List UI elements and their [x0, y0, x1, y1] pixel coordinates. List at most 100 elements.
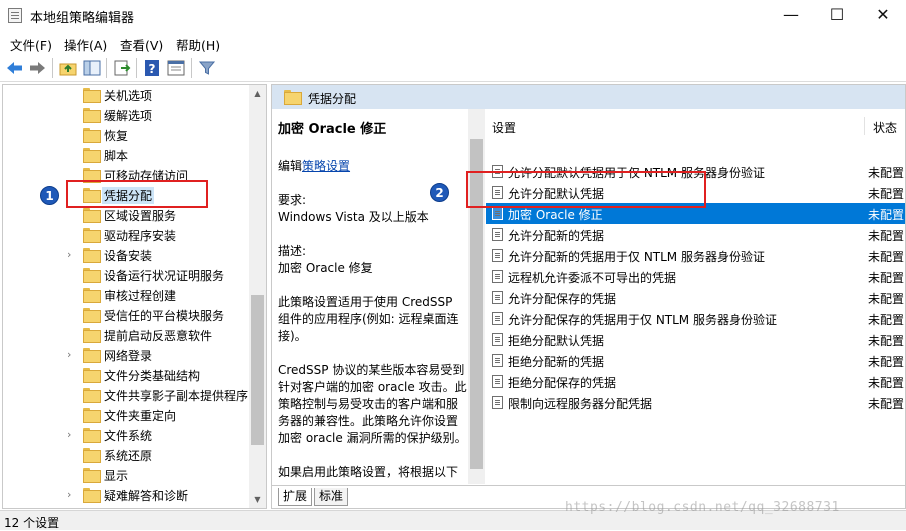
svg-text:?: ? [149, 62, 156, 76]
tree-item-label: 区域设置服务 [104, 209, 177, 223]
policy-row[interactable]: 拒绝分配新的凭据 未配置 [486, 350, 905, 371]
tree-item[interactable]: 文件夹重定向 [3, 405, 251, 425]
tree-item[interactable]: 提前启动反恶意软件 [3, 325, 251, 345]
tree-item[interactable]: 区域设置服务 [3, 205, 251, 225]
folder-icon [83, 328, 101, 343]
expand-chevron-icon [67, 228, 77, 242]
help-icon[interactable]: ? [141, 57, 163, 79]
description-value: 加密 Oracle 修复 [278, 261, 373, 275]
folder-icon [83, 308, 101, 323]
tree-item[interactable]: 显示 [3, 465, 251, 485]
close-button[interactable]: ✕ [860, 0, 906, 31]
expand-chevron-icon [67, 368, 77, 382]
tree-item[interactable]: 关机选项 [3, 85, 251, 105]
annotation-badge-2: 2 [430, 183, 449, 202]
policy-state: 未配置 [868, 271, 905, 285]
scroll-down-icon[interactable]: ▼ [249, 491, 266, 508]
folder-icon [83, 428, 101, 443]
policy-row[interactable]: 拒绝分配保存的凭据 未配置 [486, 371, 905, 392]
expand-chevron-icon[interactable]: › [67, 348, 77, 362]
description-scrollbar[interactable] [468, 109, 485, 484]
description-label: 描述: [278, 244, 307, 258]
tree-item[interactable]: › 设备安装 [3, 245, 251, 265]
policy-row[interactable]: 允许分配新的凭据 未配置 [486, 224, 905, 245]
tree-item[interactable]: 驱动程序安装 [3, 225, 251, 245]
expand-chevron-icon [67, 148, 77, 162]
policy-state: 未配置 [868, 250, 905, 264]
pane-header: 凭据分配 [272, 85, 905, 109]
maximize-button[interactable]: ☐ [814, 0, 860, 31]
policy-setting-icon [492, 207, 503, 220]
folder-icon [83, 148, 101, 163]
tab-standard[interactable]: 标准 [314, 488, 349, 506]
folder-icon [83, 368, 101, 383]
folder-icon [83, 348, 101, 363]
tree-item[interactable]: 文件共享影子副本提供程序 [3, 385, 251, 405]
policy-name: 加密 Oracle 修正 [508, 208, 603, 222]
tree-item[interactable]: 受信任的平台模块服务 [3, 305, 251, 325]
minimize-button[interactable]: — [768, 0, 814, 31]
tree-scrollbar[interactable]: ▲ ▼ [249, 85, 266, 508]
policy-row[interactable]: 拒绝分配默认凭据 未配置 [486, 329, 905, 350]
column-header-setting[interactable]: 设置 [492, 119, 516, 136]
expand-chevron-icon [67, 388, 77, 402]
tree-item-label: 文件系统 [104, 429, 153, 443]
forward-arrow-icon[interactable] [26, 57, 48, 79]
column-header-state[interactable]: 状态 [873, 119, 897, 136]
expand-chevron-icon [67, 408, 77, 422]
expand-chevron-icon [67, 448, 77, 462]
up-folder-icon[interactable] [57, 57, 79, 79]
folder-icon [83, 128, 101, 143]
policy-row[interactable]: 允许分配保存的凭据 未配置 [486, 287, 905, 308]
policy-row[interactable]: 允许分配保存的凭据用于仅 NTLM 服务器身份验证 未配置 [486, 308, 905, 329]
show-hide-tree-icon[interactable] [81, 57, 103, 79]
policy-state: 未配置 [868, 208, 905, 222]
tree-item-label: 提前启动反恶意软件 [104, 329, 213, 343]
tree-item[interactable]: › 文件系统 [3, 425, 251, 445]
menu-bar: 文件(F) 操作(A) 查看(V) 帮助(H) [0, 31, 906, 53]
tree-item[interactable]: 文件分类基础结构 [3, 365, 251, 385]
navigation-tree: 关机选项 缓解选项 恢复 脚本 可移动存储访问 凭据分配 区域设置服务 驱动程序安装 › 设备安装… [2, 84, 267, 509]
tree-item[interactable]: 缓解选项 [3, 105, 251, 125]
expand-chevron-icon[interactable]: › [67, 248, 77, 262]
properties-icon[interactable] [165, 57, 187, 79]
scroll-up-icon[interactable]: ▲ [249, 85, 266, 102]
menu-action[interactable]: 操作(A) [64, 35, 107, 54]
edit-policy-link[interactable]: 策略设置 [302, 159, 350, 173]
menu-help[interactable]: 帮助(H) [176, 35, 220, 54]
column-divider[interactable] [864, 117, 865, 135]
export-list-icon[interactable] [111, 57, 133, 79]
tab-extended[interactable]: 扩展 [278, 488, 313, 506]
tree-item[interactable]: 恢复 [3, 125, 251, 145]
menu-view[interactable]: 查看(V) [120, 35, 163, 54]
policy-setting-icon [492, 375, 503, 388]
policy-name: 拒绝分配保存的凭据 [508, 376, 617, 390]
expand-chevron-icon [67, 268, 77, 282]
policy-state: 未配置 [868, 334, 905, 348]
tree-item[interactable]: 设备运行状况证明服务 [3, 265, 251, 285]
back-arrow-icon[interactable] [4, 57, 26, 79]
policy-row[interactable]: 限制向远程服务器分配凭据 未配置 [486, 392, 905, 413]
watermark: https://blog.csdn.net/qq_32688731 [565, 500, 840, 515]
folder-icon [284, 90, 302, 105]
tree-scroll-thumb[interactable] [251, 295, 264, 445]
tree-item[interactable]: 脚本 [3, 145, 251, 165]
tree-item-label: 审核过程创建 [104, 289, 177, 303]
policy-row[interactable]: 远程机允许委派不可导出的凭据 未配置 [486, 266, 905, 287]
policy-row[interactable]: 允许分配新的凭据用于仅 NTLM 服务器身份验证 未配置 [486, 245, 905, 266]
tree-item-label: 网络登录 [104, 349, 153, 363]
annotation-box-2 [466, 171, 706, 208]
tree-item[interactable]: 审核过程创建 [3, 285, 251, 305]
filter-icon[interactable] [196, 57, 218, 79]
menu-file[interactable]: 文件(F) [10, 35, 52, 54]
tree-item[interactable]: › 疑难解答和诊断 [3, 485, 251, 505]
tree-item[interactable]: 系统还原 [3, 445, 251, 465]
policy-name: 允许分配保存的凭据用于仅 NTLM 服务器身份验证 [508, 313, 777, 327]
expand-chevron-icon[interactable]: › [67, 488, 77, 502]
tree-item[interactable]: › 网络登录 [3, 345, 251, 365]
tree-item-label: 缓解选项 [104, 109, 153, 123]
policy-setting-icon [492, 312, 503, 325]
expand-chevron-icon[interactable]: › [67, 428, 77, 442]
tree-item-label: 设备运行状况证明服务 [104, 269, 225, 283]
folder-icon [83, 488, 101, 503]
